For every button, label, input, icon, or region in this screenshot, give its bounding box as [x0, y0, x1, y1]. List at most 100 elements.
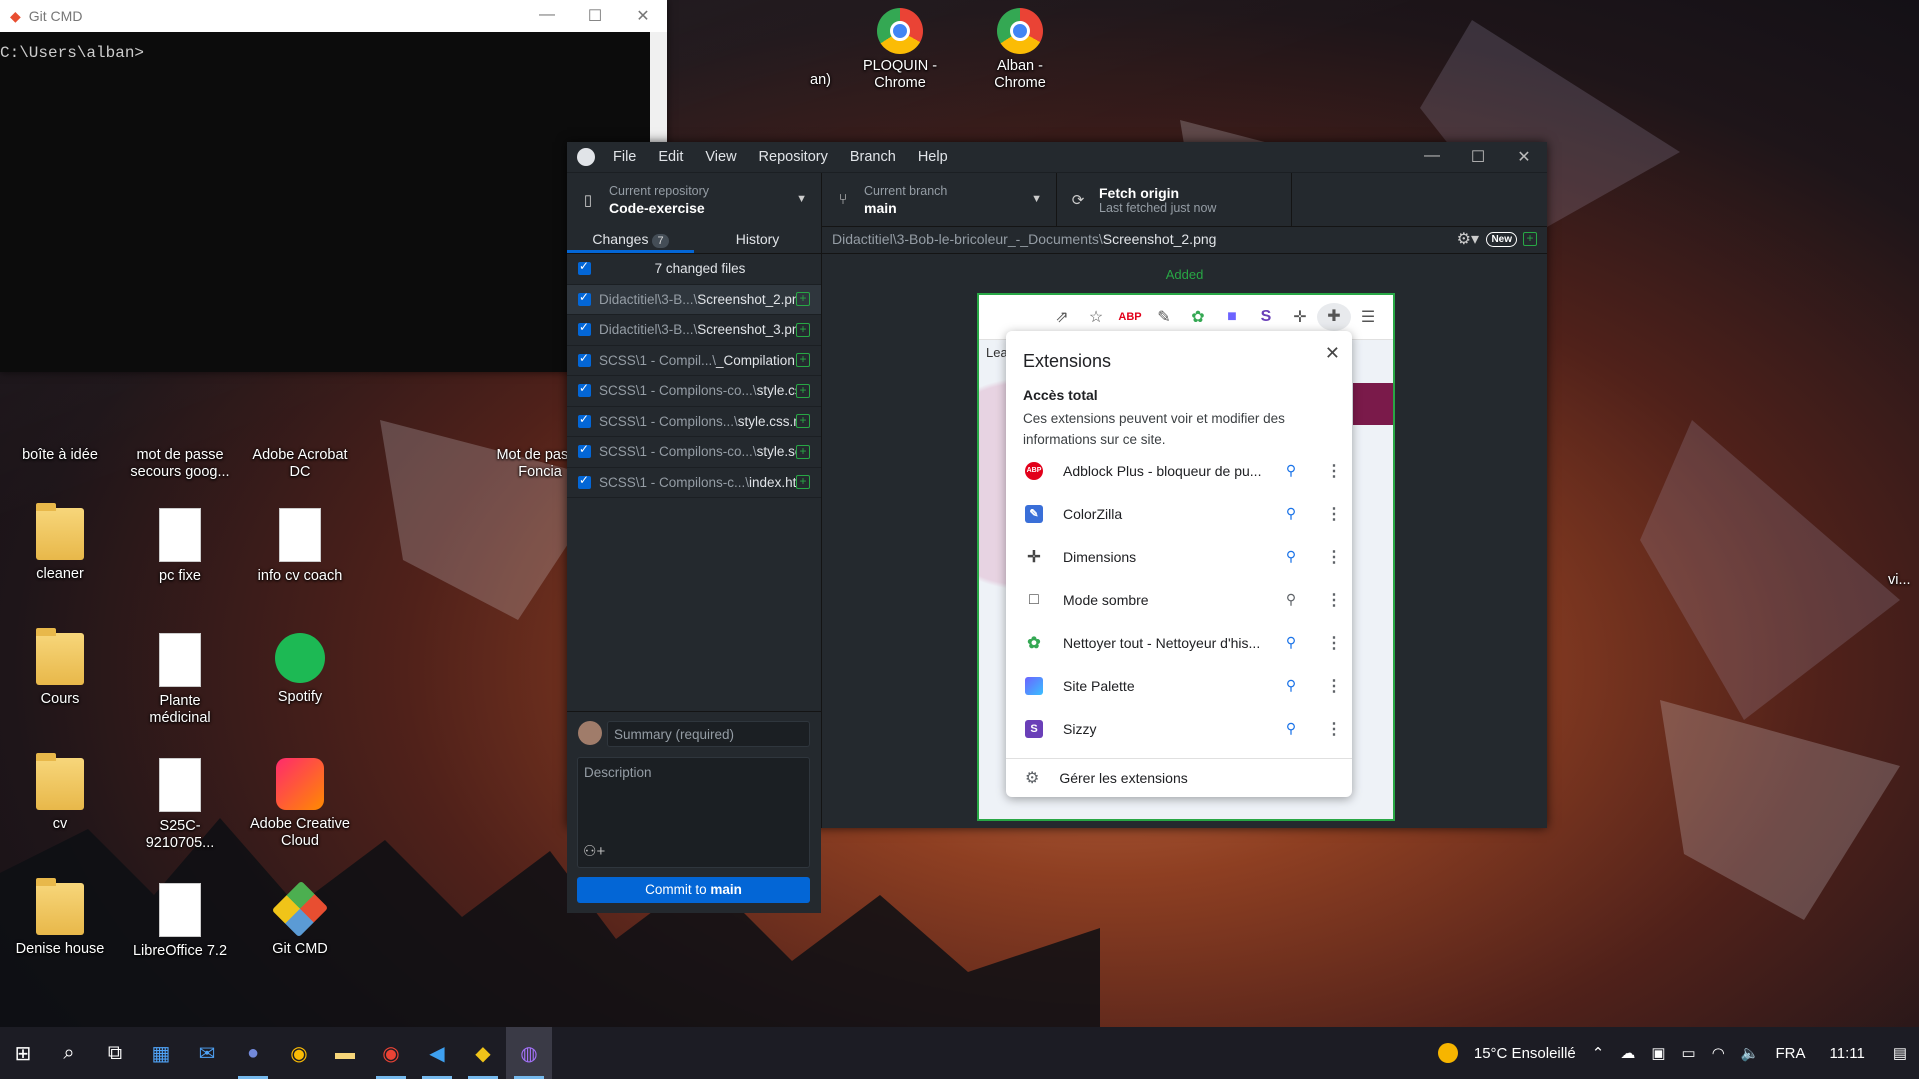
desktop-icon-ploquin-chrome[interactable]: PLOQUIN - Chrome — [850, 8, 950, 92]
taskbar-store[interactable]: ▦ — [138, 1027, 184, 1079]
icon-label: info cv coach — [257, 568, 343, 584]
menu-file[interactable]: File — [613, 149, 636, 165]
file-checkbox[interactable] — [578, 473, 591, 489]
menu-edit[interactable]: Edit — [658, 149, 683, 165]
file-row[interactable]: Didactitiel\3-B...\Screenshot_2.png+ — [567, 284, 821, 315]
file-checkbox[interactable] — [578, 290, 591, 306]
search-button[interactable]: ⌕ — [46, 1027, 92, 1079]
more-icon: ⋮ — [1326, 462, 1342, 480]
menu-view[interactable]: View — [705, 149, 736, 165]
clock[interactable]: 11:11 — [1830, 1045, 1865, 1062]
menu-branch[interactable]: Branch — [850, 149, 896, 165]
desktop-icon-adobe-acrobat[interactable]: Adobe Acrobat DC — [250, 447, 350, 481]
file-checkbox[interactable] — [578, 442, 591, 459]
file-name: style.scss — [756, 444, 796, 460]
file-checkbox[interactable] — [578, 351, 591, 367]
add-coauthor-icon[interactable]: ⚇+ — [583, 842, 605, 860]
desktop-icon-mot-de-passe[interactable]: mot de passe secours goog... — [130, 447, 230, 481]
tab-changes[interactable]: Changes 7 — [567, 226, 694, 253]
libreoffice-icon — [159, 883, 201, 937]
desktop-icon-cleaner[interactable]: cleaner — [10, 503, 110, 583]
cloud-icon[interactable]: ☁ — [1620, 1044, 1635, 1062]
commit-branch: main — [710, 882, 742, 897]
file-row[interactable]: SCSS\1 - Compilons-c...\index.html+ — [567, 468, 821, 498]
minimize-button[interactable]: — — [1409, 147, 1455, 167]
maximize-button[interactable]: ☐ — [571, 6, 619, 26]
file-row[interactable]: SCSS\1 - Compilons...\style.css.map+ — [567, 407, 821, 437]
tab-history[interactable]: History — [694, 226, 821, 253]
folder-icon: ▬ — [335, 1041, 355, 1064]
desktop-icon-s25c[interactable]: S25C-9210705... — [130, 758, 230, 852]
taskbar-github-desktop[interactable]: ◍ — [506, 1027, 552, 1079]
console-output[interactable]: C:\Users\alban> — [0, 32, 667, 62]
commit-button[interactable]: Commit to main — [577, 877, 810, 903]
select-all-row[interactable]: 7 changed files — [567, 254, 821, 285]
current-branch-button[interactable]: ⑂ Current branch main ▼ — [822, 173, 1057, 226]
select-all-checkbox[interactable] — [578, 259, 591, 276]
menu-help[interactable]: Help — [918, 149, 948, 165]
file-added-icon: + — [796, 322, 810, 337]
avatar — [578, 721, 602, 745]
file-checkbox[interactable] — [578, 412, 591, 428]
desktop-icon-partial-right[interactable]: vi... — [1888, 572, 1918, 589]
task-view-button[interactable]: ⧉ — [92, 1027, 138, 1079]
file-row[interactable]: SCSS\1 - Compil...\_Compilation.zip+ — [567, 346, 821, 376]
desktop-icon-git-cmd[interactable]: Git CMD — [250, 880, 350, 958]
start-button[interactable]: ⊞ — [0, 1027, 46, 1079]
git-cmd-titlebar[interactable]: ◆ Git CMD — ☐ ✕ — [0, 0, 667, 32]
desktop-icon-spotify[interactable]: Spotify — [250, 633, 350, 706]
meet-now-icon[interactable]: ▣ — [1651, 1044, 1665, 1062]
file-row[interactable]: Didactitiel\3-B...\Screenshot_3.png+ — [567, 315, 821, 346]
sun-icon — [1437, 1043, 1458, 1063]
minimize-button[interactable]: — — [523, 6, 571, 26]
file-row[interactable]: SCSS\1 - Compilons-co...\style.css+ — [567, 376, 821, 407]
close-button[interactable]: ✕ — [1501, 147, 1547, 167]
current-repository-button[interactable]: ▯ Current repository Code-exercise ▼ — [567, 173, 822, 226]
volume-icon[interactable]: 🔈 — [1741, 1044, 1760, 1062]
taskbar-explorer[interactable]: ▬ — [322, 1027, 368, 1079]
taskbar-vscode[interactable]: ◀ — [414, 1027, 460, 1079]
folder-icon — [36, 628, 84, 685]
desktop-icon-denise-house[interactable]: Denise house — [10, 878, 110, 958]
gear-icon[interactable]: ⚙▾ — [1457, 226, 1479, 253]
wifi-icon[interactable]: ◠ — [1712, 1044, 1725, 1062]
taskbar-discord[interactable]: ● — [230, 1027, 276, 1079]
desktop-icon-creative-cloud[interactable]: Adobe Creative Cloud — [250, 758, 350, 850]
desktop-icon-cv[interactable]: cv — [10, 753, 110, 833]
file-checkbox[interactable] — [578, 320, 591, 337]
file-checkbox[interactable] — [578, 381, 591, 398]
github-desktop-window[interactable]: File Edit View Repository Branch Help — … — [567, 142, 1547, 913]
branch-icon: ⑂ — [838, 191, 848, 208]
taskbar-chrome[interactable]: ◉ — [276, 1027, 322, 1079]
fetch-origin-button[interactable]: ⟳ Fetch origin Last fetched just now — [1057, 173, 1292, 226]
abp-icon: ABP — [1118, 311, 1142, 323]
taskbar-chrome-2[interactable]: ◉ — [368, 1027, 414, 1079]
file-row[interactable]: SCSS\1 - Compilons-co...\style.scss+ — [567, 437, 821, 468]
desktop-icon-alban-chrome[interactable]: Alban - Chrome — [970, 8, 1070, 92]
desktop-icon-libreoffice[interactable]: LibreOffice 7.2 — [130, 883, 230, 960]
language-indicator[interactable]: FRA — [1776, 1045, 1806, 1062]
notification-icon[interactable]: ▤ — [1893, 1044, 1907, 1062]
desktop-icon-partial[interactable]: an) — [810, 72, 840, 89]
maximize-button[interactable]: ☐ — [1455, 147, 1501, 167]
extension-name: ColorZilla — [1063, 505, 1123, 522]
weather-text[interactable]: 15°C Ensoleillé — [1474, 1045, 1576, 1062]
desktop-icon-pc-fixe[interactable]: pc fixe — [130, 508, 230, 585]
desktop-icon-info-cv-coach[interactable]: info cv coach — [250, 508, 350, 585]
changed-files-count: 7 changed files — [654, 261, 746, 277]
desktop-icon-boite-a-idee[interactable]: boîte à idée — [10, 447, 110, 464]
icon-label: Adobe Acrobat DC — [252, 447, 348, 480]
desktop-icon-cours[interactable]: Cours — [10, 628, 110, 708]
chevron-up-icon[interactable]: ⌃ — [1592, 1044, 1605, 1062]
desktop-icon-plante[interactable]: Plante médicinal — [130, 633, 230, 727]
summary-input[interactable]: Summary (required) — [607, 721, 810, 747]
description-input[interactable]: Description — [577, 757, 810, 868]
battery-icon[interactable]: ▭ — [1682, 1044, 1696, 1062]
menu-repository[interactable]: Repository — [759, 149, 828, 165]
pdf-icon — [159, 758, 201, 812]
icon-label: PLOQUIN - Chrome — [862, 58, 938, 91]
colorzilla-icon: ✎ — [1157, 309, 1171, 326]
taskbar-git[interactable]: ◆ — [460, 1027, 506, 1079]
taskbar-mail[interactable]: ✉ — [184, 1027, 230, 1079]
close-button[interactable]: ✕ — [619, 6, 667, 26]
